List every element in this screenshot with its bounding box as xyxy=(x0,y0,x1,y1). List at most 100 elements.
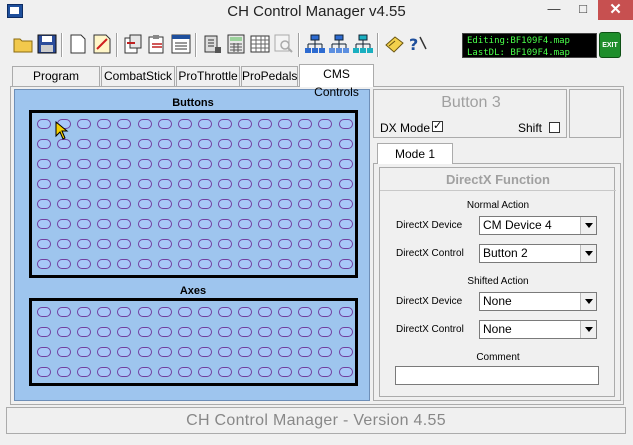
button-slot-cell[interactable] xyxy=(77,139,92,149)
button-slot-cell[interactable] xyxy=(77,259,92,269)
cyan-tree-icon[interactable] xyxy=(352,33,374,55)
button-slot-cell[interactable] xyxy=(258,199,273,209)
notebook-icon[interactable] xyxy=(383,33,405,55)
button-slot-cell[interactable] xyxy=(157,119,172,129)
axis-slot-cell[interactable] xyxy=(37,307,51,317)
button-slot-cell[interactable] xyxy=(338,159,353,169)
button-slot-cell[interactable] xyxy=(197,259,212,269)
axis-slot-cell[interactable] xyxy=(137,327,152,337)
tab-prothrottle[interactable]: ProThrottle xyxy=(176,66,240,86)
axis-slot-cell[interactable] xyxy=(278,347,293,357)
new-document-icon[interactable] xyxy=(67,33,89,55)
axis-slot-cell[interactable] xyxy=(177,347,192,357)
button-slot-cell[interactable] xyxy=(97,199,112,209)
button-slot-cell[interactable] xyxy=(217,119,232,129)
paste-icon[interactable] xyxy=(146,33,168,55)
normal-control-select[interactable]: Button 2 xyxy=(479,244,597,263)
button-slot-cell[interactable] xyxy=(238,179,252,189)
button-slot-cell[interactable] xyxy=(318,179,333,189)
chevron-down-icon[interactable] xyxy=(580,321,596,338)
axis-slot-cell[interactable] xyxy=(177,327,192,337)
button-slot-cell[interactable] xyxy=(278,259,293,269)
button-slot-cell[interactable] xyxy=(197,199,212,209)
axis-slot-cell[interactable] xyxy=(278,307,293,317)
button-slot-cell[interactable] xyxy=(318,219,333,229)
axis-slot-cell[interactable] xyxy=(238,327,252,337)
axis-slot-cell[interactable] xyxy=(157,327,172,337)
button-slot-cell[interactable] xyxy=(258,179,273,189)
axis-slot-cell[interactable] xyxy=(278,327,293,337)
button-slot-cell[interactable] xyxy=(57,179,72,189)
button-slot-cell[interactable] xyxy=(117,139,132,149)
button-slot-cell[interactable] xyxy=(97,119,112,129)
axis-slot-cell[interactable] xyxy=(318,327,333,337)
comment-input[interactable] xyxy=(395,366,599,385)
axis-slot-cell[interactable] xyxy=(197,367,212,377)
button-slot-cell[interactable] xyxy=(37,259,51,269)
axis-slot-cell[interactable] xyxy=(338,367,353,377)
button-slot-cell[interactable] xyxy=(238,239,252,249)
axis-slot-cell[interactable] xyxy=(217,327,232,337)
axis-slot-cell[interactable] xyxy=(318,307,333,317)
axis-slot-cell[interactable] xyxy=(57,307,72,317)
button-slot-cell[interactable] xyxy=(177,259,192,269)
axis-slot-cell[interactable] xyxy=(258,327,273,337)
button-slot-cell[interactable] xyxy=(157,199,172,209)
button-slot-cell[interactable] xyxy=(197,119,212,129)
button-slot-cell[interactable] xyxy=(177,139,192,149)
axis-slot-cell[interactable] xyxy=(197,347,212,357)
axis-slot-cell[interactable] xyxy=(258,347,273,357)
axis-slot-cell[interactable] xyxy=(197,307,212,317)
axis-slot-cell[interactable] xyxy=(238,367,252,377)
button-slot-cell[interactable] xyxy=(298,259,313,269)
button-slot-cell[interactable] xyxy=(338,179,353,189)
button-slot-cell[interactable] xyxy=(278,139,293,149)
axis-slot-cell[interactable] xyxy=(278,367,293,377)
button-slot-cell[interactable] xyxy=(338,119,353,129)
button-slot-cell[interactable] xyxy=(217,139,232,149)
axis-slot-cell[interactable] xyxy=(97,307,112,317)
button-slot-cell[interactable] xyxy=(77,159,92,169)
tab-mode-1[interactable]: Mode 1 xyxy=(377,143,453,164)
button-slot-cell[interactable] xyxy=(258,139,273,149)
grid-chart-icon[interactable] xyxy=(249,33,271,55)
button-slot-cell[interactable] xyxy=(37,199,51,209)
copy-to-clipboard-icon[interactable] xyxy=(122,33,144,55)
axis-slot-cell[interactable] xyxy=(157,367,172,377)
button-slot-cell[interactable] xyxy=(338,219,353,229)
axis-slot-cell[interactable] xyxy=(177,307,192,317)
button-slot-cell[interactable] xyxy=(278,179,293,189)
axis-slot-cell[interactable] xyxy=(197,327,212,337)
button-slot-cell[interactable] xyxy=(258,119,273,129)
axis-slot-cell[interactable] xyxy=(258,367,273,377)
axis-slot-cell[interactable] xyxy=(238,347,252,357)
button-slot-cell[interactable] xyxy=(77,239,92,249)
button-slot-cell[interactable] xyxy=(37,159,51,169)
button-slot-cell[interactable] xyxy=(137,139,152,149)
button-slot-cell[interactable] xyxy=(57,199,72,209)
button-slot-cell[interactable] xyxy=(157,239,172,249)
button-slot-cell[interactable] xyxy=(37,239,51,249)
button-slot-cell[interactable] xyxy=(318,259,333,269)
normal-device-select[interactable]: CM Device 4 xyxy=(479,216,597,235)
axis-slot-cell[interactable] xyxy=(338,307,353,317)
button-slot-cell[interactable] xyxy=(258,159,273,169)
button-slot-cell[interactable] xyxy=(97,139,112,149)
close-button[interactable]: ✕ xyxy=(598,0,633,20)
axis-slot-cell[interactable] xyxy=(97,347,112,357)
axis-slot-cell[interactable] xyxy=(37,347,51,357)
button-slot-cell[interactable] xyxy=(137,199,152,209)
chevron-down-icon[interactable] xyxy=(580,217,596,234)
button-slot-cell[interactable] xyxy=(197,239,212,249)
button-slot-cell[interactable] xyxy=(278,219,293,229)
button-slot-cell[interactable] xyxy=(298,119,313,129)
button-slot-cell[interactable] xyxy=(217,159,232,169)
axis-slot-cell[interactable] xyxy=(77,347,92,357)
shifted-control-select[interactable]: None xyxy=(479,320,597,339)
button-slot-cell[interactable] xyxy=(278,159,293,169)
button-slot-cell[interactable] xyxy=(318,239,333,249)
edit-document-icon[interactable] xyxy=(91,33,113,55)
button-slot-cell[interactable] xyxy=(137,259,152,269)
button-slot-cell[interactable] xyxy=(157,219,172,229)
button-slot-cell[interactable] xyxy=(278,199,293,209)
